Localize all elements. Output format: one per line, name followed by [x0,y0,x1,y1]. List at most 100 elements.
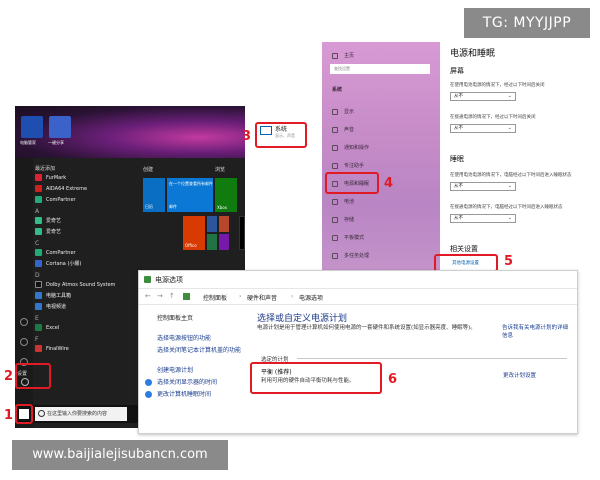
sleep-battery-dropdown[interactable]: 从不 [450,182,516,191]
mail-tile[interactable]: 在一个位置查看所有邮件 邮件 [167,178,213,212]
moon-icon [332,162,338,169]
compartner-icon [35,196,42,203]
recent-section-label: 最近添加 [35,166,56,172]
forward-arrow-icon[interactable]: → [157,292,163,300]
excel-icon [35,324,42,331]
xbox-tile[interactable]: Xbox [215,178,237,212]
breadcrumb-control-panel[interactable]: 控制面板 [203,293,227,302]
nav-item-display[interactable]: 显示 [332,108,354,115]
screen-heading: 屏幕 [450,67,464,75]
app-list: 最近添加 FurMark AIDA64 Extreme ComPartner A… [35,162,127,354]
nav-label: 专注助手 [344,163,365,169]
nav-home[interactable]: 主页 [332,52,354,59]
list-item[interactable]: AIDA64 Extreme [35,183,127,194]
list-item[interactable]: 爱奇艺 [35,226,127,237]
side-link-create-plan[interactable]: 创建电源计划 [157,365,193,374]
side-link-lid[interactable]: 选择关闭笔记本计算机盖的功能 [157,345,241,354]
power-options-icon [144,276,151,283]
list-item[interactable]: FurMark [35,172,127,183]
app-label: FurMark [46,174,67,181]
breadcrumb-power-options[interactable]: 电源选项 [299,293,323,302]
speaker-icon [332,126,338,133]
taskbar-search-input[interactable]: 在这里输入你要搜索的内容 [35,407,127,421]
step-1-label: 1 [4,408,14,423]
share-tile[interactable] [49,116,71,138]
sleep-plugged-desc: 在接通电源的情况下，电脑经过以下时间后进入睡眠状态 [450,205,563,210]
step-2-label: 2 [4,369,14,384]
step-6-label: 6 [388,372,398,387]
divider [297,358,567,359]
nav-label: 显示 [344,109,355,115]
change-plan-settings-link[interactable]: 更改计划设置 [503,371,536,379]
list-item[interactable]: 电视频道 [35,301,127,312]
screen-plugged-dropdown[interactable]: 从不 [450,124,516,133]
screen-battery-desc: 在使用电池电源的情况下，经过以下时间后关闭 [450,83,545,88]
group-browse-label: 浏览 [215,167,226,173]
list-item[interactable]: 电脑工具箱 [35,290,127,301]
settings-search-input[interactable]: 查找设置 [330,64,430,74]
app-label: Dolby Atmos Sound System [46,281,116,288]
list-item[interactable]: FinalWire [35,343,127,354]
xbox-label: Xbox [217,205,227,210]
cp-address-bar[interactable]: ← → ↑ 控制面板 › 硬件和声音 › 电源选项 [139,289,577,305]
pc-manager-tile[interactable] [21,116,43,138]
related-heading: 相关设置 [450,245,478,253]
up-arrow-icon[interactable]: ↑ [169,292,175,300]
calendar-tile[interactable]: 日历 [143,178,165,212]
onenote-tile[interactable] [219,234,229,250]
nav-label: 多任务处理 [344,253,370,259]
word-tile[interactable] [207,216,217,232]
office-label: Office [185,243,197,248]
dolby-tile[interactable] [239,216,245,250]
nav-item-multitasking[interactable]: 多任务处理 [332,252,369,259]
letter-header[interactable]: D [35,272,127,279]
calendar-label: 日历 [145,204,153,209]
app-label: ComPartner [46,249,76,256]
cp-home-link[interactable]: 控制面板主页 [157,313,193,322]
letter-header[interactable]: F [35,336,127,343]
list-item[interactable]: Dolby Atmos Sound System [35,279,127,290]
control-panel-icon [183,293,190,300]
screen-battery-dropdown[interactable]: 从不 [450,92,516,101]
document-icon[interactable] [20,338,28,346]
list-item[interactable]: ComPartner [35,247,127,258]
sleep-plugged-dropdown[interactable]: 从不 [450,214,516,223]
side-link-sleep-time[interactable]: 更改计算机睡眠时间 [157,389,211,398]
list-item[interactable]: 爱奇艺 [35,215,127,226]
list-item[interactable]: Cortana (小娜) [35,258,127,269]
nav-item-notifications[interactable]: 通知和操作 [332,144,369,151]
nav-item-sound[interactable]: 声音 [332,126,354,133]
excel-tile[interactable] [207,234,217,250]
nav-item-tablet[interactable]: 平板模式 [332,234,364,241]
letter-header[interactable]: E [35,315,127,322]
highlight-system-tile [255,122,307,148]
cortana-icon [35,260,42,267]
settings-content: 电源和睡眠 屏幕 在使用电池电源的情况下，经过以下时间后关闭 从不 在接通电源的… [444,42,594,274]
nav-item-storage[interactable]: 存储 [332,216,354,223]
back-arrow-icon[interactable]: ← [145,292,151,300]
side-link-power-button[interactable]: 选择电源按钮的功能 [157,333,211,342]
finalwire-icon [35,345,42,352]
nav-item-focus[interactable]: 专注助手 [332,162,364,169]
list-item[interactable]: Excel [35,322,127,333]
nav-label: 电池 [344,199,355,205]
list-item[interactable]: ComPartner [35,194,127,205]
nav-item-battery[interactable]: 电池 [332,198,354,205]
toolbox-icon [35,292,42,299]
letter-header[interactable]: A [35,208,127,215]
cp-window-title: 电源选项 [155,276,183,284]
breadcrumb-sep-icon: › [239,293,242,300]
office-tile[interactable]: Office [183,216,205,250]
breadcrumb-hardware[interactable]: 硬件和声音 [247,293,277,302]
highlight-start-button [15,404,33,424]
cp-learn-more-link[interactable]: 告诉我有关电源计划的详细信息 [502,325,572,340]
user-icon[interactable] [20,318,28,326]
tv-icon [35,303,42,310]
storage-icon [332,216,338,223]
powerpoint-tile[interactable] [219,216,229,232]
app-label: FinalWire [46,345,69,352]
side-link-display-off[interactable]: 选择关闭显示器的时间 [157,377,217,386]
page-title: 电源和睡眠 [450,49,496,59]
letter-header[interactable]: C [35,240,127,247]
dolby-icon [35,281,42,288]
